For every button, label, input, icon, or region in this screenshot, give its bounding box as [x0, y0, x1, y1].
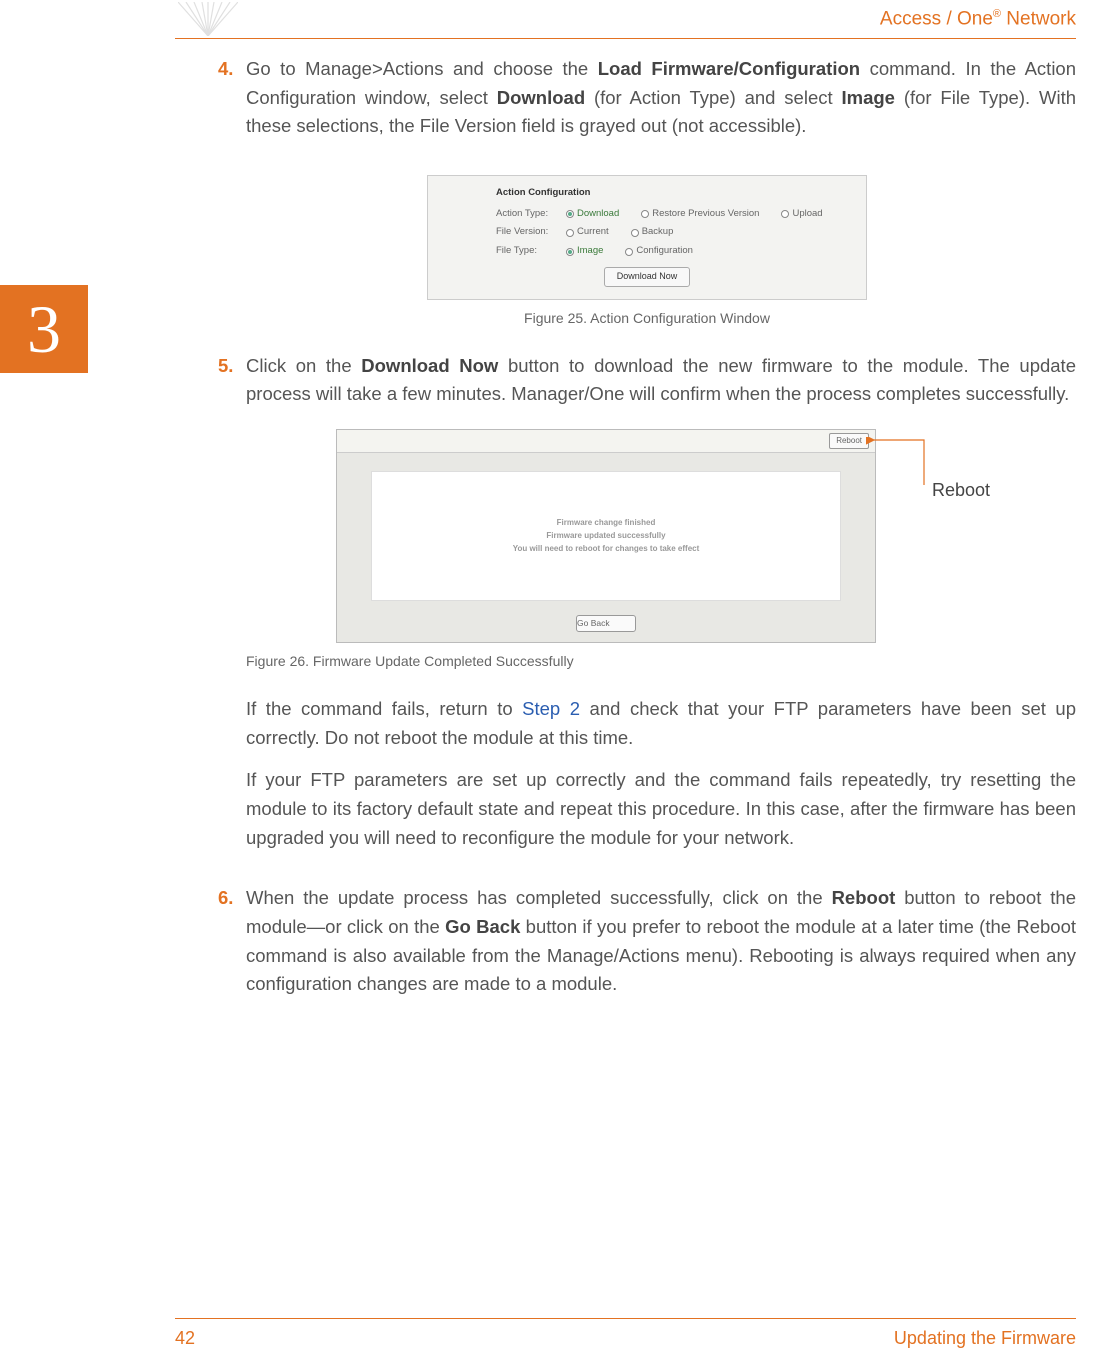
row-file-type: File Type: Image Configuration — [446, 244, 848, 259]
radio-restore[interactable]: Restore Previous Version — [641, 207, 759, 222]
reboot-button[interactable]: Reboot — [829, 433, 869, 449]
step-4: 4. Go to Manage>Actions and choose the L… — [218, 55, 1076, 155]
page-number: 42 — [175, 1328, 195, 1349]
row-file-version: File Version: Current Backup — [446, 225, 848, 240]
step-2-link[interactable]: Step 2 — [522, 698, 580, 719]
radio-upload[interactable]: Upload — [781, 207, 822, 222]
chapter-number: 3 — [27, 295, 61, 363]
radio-current: Current — [566, 225, 609, 240]
radio-image[interactable]: Image — [566, 244, 603, 259]
step-number: 6. — [218, 884, 246, 1013]
radio-configuration[interactable]: Configuration — [625, 244, 693, 259]
download-now-button[interactable]: Download Now — [604, 267, 690, 287]
section-title: Updating the Firmware — [894, 1328, 1076, 1349]
page-footer: 42 Updating the Firmware — [175, 1328, 1076, 1349]
step-5: 5. Click on the Download Now button to d… — [218, 352, 1076, 867]
header-rule — [175, 38, 1076, 39]
msg-line-1: Firmware change finished — [557, 517, 656, 530]
footer-rule — [175, 1318, 1076, 1319]
main-content: 4. Go to Manage>Actions and choose the L… — [218, 55, 1076, 1031]
registered-mark: ® — [993, 8, 1001, 20]
brand-pre: Access / One — [880, 8, 993, 29]
row-action-type: Action Type: Download Restore Previous V… — [446, 207, 848, 222]
step-number: 4. — [218, 55, 246, 155]
radio-backup: Backup — [631, 225, 674, 240]
figure-25-screenshot: Action Configuration Action Type: Downlo… — [427, 175, 867, 300]
label-file-version: File Version: — [496, 225, 566, 240]
step-body: Click on the Download Now button to down… — [246, 352, 1076, 867]
label-file-type: File Type: — [496, 244, 566, 259]
chapter-badge: 3 — [0, 285, 88, 373]
panel-title: Action Configuration — [446, 186, 848, 201]
figure-26-caption: Figure 26. Firmware Update Completed Suc… — [246, 651, 1076, 673]
step-number: 5. — [218, 352, 246, 867]
radio-download[interactable]: Download — [566, 207, 619, 222]
step-body: When the update process has completed su… — [246, 884, 1076, 1013]
screenshot-topbar: Reboot — [337, 430, 875, 453]
msg-line-2: Firmware updated successfully — [546, 530, 665, 543]
label-action-type: Action Type: — [496, 207, 566, 222]
msg-line-3: You will need to reboot for changes to t… — [513, 543, 700, 556]
figure-26-screenshot: Reboot Firmware change finished Firmware… — [336, 429, 876, 644]
step-body: Go to Manage>Actions and choose the Load… — [246, 55, 1076, 155]
message-box: Firmware change finished Firmware update… — [371, 471, 841, 601]
figure-26-wrapper: Reboot Firmware change finished Firmware… — [336, 429, 1076, 644]
page-header: Access / One® Network — [880, 0, 1096, 36]
brand-post: Network — [1001, 8, 1076, 29]
figure-25-caption: Figure 25. Action Configuration Window — [218, 308, 1076, 330]
logo-watermark — [178, 2, 238, 41]
go-back-button[interactable]: Go Back — [576, 615, 636, 632]
callout-label: Reboot — [932, 477, 990, 505]
step-6: 6. When the update process has completed… — [218, 884, 1076, 1013]
